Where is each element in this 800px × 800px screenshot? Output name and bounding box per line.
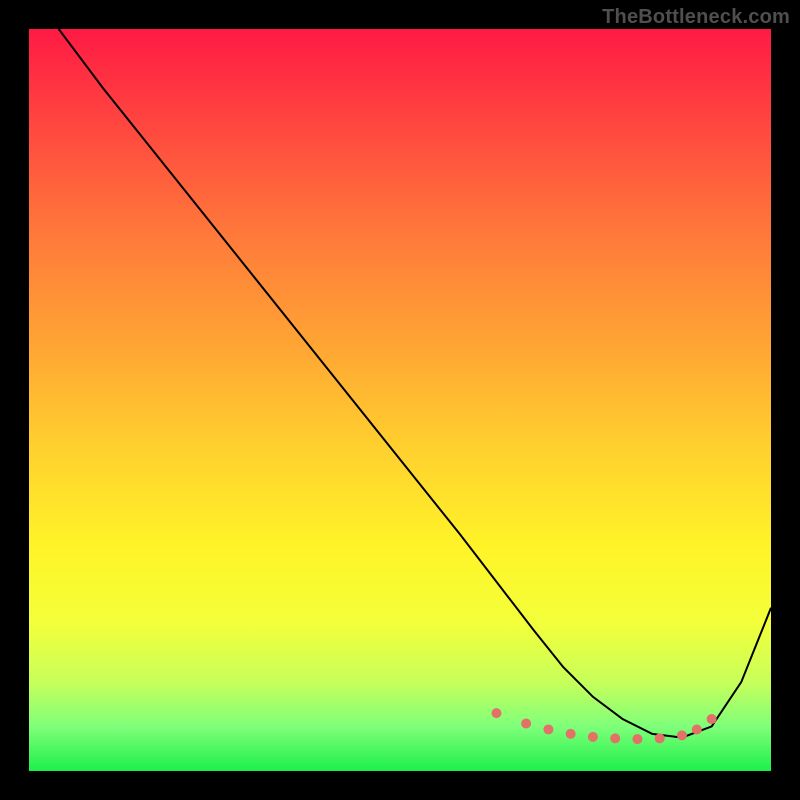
marker-group: [491, 708, 716, 744]
curve-marker: [655, 733, 665, 743]
curve-marker: [632, 734, 642, 744]
curve-marker: [677, 730, 687, 740]
curve-marker: [543, 724, 553, 734]
curve-marker: [692, 724, 702, 734]
curve-line: [59, 29, 771, 738]
chart-frame: TheBottleneck.com: [0, 0, 800, 800]
curve-marker: [707, 714, 717, 724]
curve-marker: [566, 729, 576, 739]
plot-area: [29, 29, 771, 771]
curve-marker: [610, 733, 620, 743]
chart-svg: [29, 29, 771, 771]
watermark-text: TheBottleneck.com: [602, 6, 790, 29]
curve-marker: [588, 732, 598, 742]
curve-marker: [521, 719, 531, 729]
curve-marker: [491, 708, 501, 718]
